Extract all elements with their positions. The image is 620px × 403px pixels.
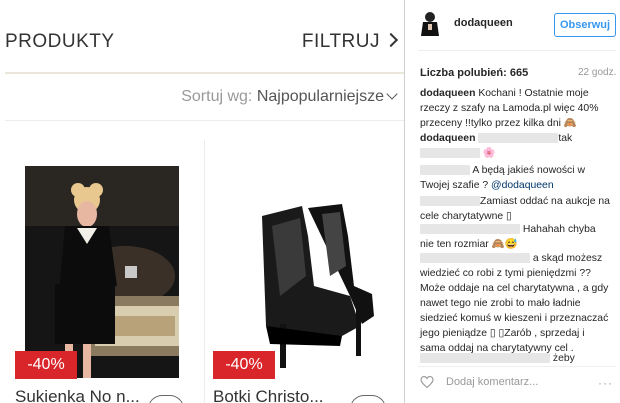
avatar[interactable]: [418, 10, 442, 36]
comment-text: żeby: [552, 353, 575, 364]
comment-text: a skąd możesz wiedzieć co robi z tymi pi…: [420, 253, 609, 354]
comment-username[interactable]: dodaqueen: [420, 133, 475, 144]
blurred-text: [420, 196, 480, 207]
caption-username[interactable]: dodaqueen: [420, 88, 475, 99]
post-time[interactable]: 22 godz.: [578, 67, 616, 78]
page-title: PRODUKTY: [5, 31, 115, 52]
comment-item: żeby: [420, 351, 612, 366]
header-divider: [5, 72, 404, 74]
sort-value: Najpopularniejsze: [256, 88, 384, 105]
comment-mention[interactable]: @dodaqueen: [491, 180, 554, 191]
post-username[interactable]: dodaqueen: [454, 17, 513, 29]
chevron-right-icon: [383, 32, 399, 48]
filter-button[interactable]: FILTRUJ: [301, 31, 399, 53]
blurred-text: [420, 224, 520, 235]
product-image-dress[interactable]: [25, 166, 179, 378]
filter-label: FILTRUJ: [301, 31, 380, 52]
heart-icon[interactable]: [420, 376, 434, 388]
comment-box-divider: [418, 366, 616, 367]
post-header-divider: [418, 50, 616, 51]
comment-item: 🌸: [420, 146, 612, 161]
comment-item: a skąd możesz wiedzieć co robi z tymi pi…: [420, 251, 612, 356]
wishlist-heart-icon[interactable]: [350, 395, 386, 403]
more-options-icon[interactable]: ···: [598, 376, 613, 390]
blurred-text: [478, 133, 559, 144]
column-divider: [204, 140, 205, 403]
blurred-text: [420, 165, 470, 176]
discount-badge: -40%: [213, 351, 275, 379]
product-image-boots[interactable]: [222, 166, 380, 378]
comment-item: A będą jakieś nowości w Twojej szafie ? …: [420, 163, 612, 193]
comment-text: tak: [558, 133, 573, 144]
sort-label: Sortuj wg:: [181, 88, 253, 105]
follow-button[interactable]: Obserwuj: [554, 13, 616, 37]
comment-item: Hahahah chyba nie ten rozmiar 🙈😅: [420, 222, 612, 252]
like-count[interactable]: Liczba polubień: 665: [420, 67, 528, 79]
wishlist-heart-icon[interactable]: [148, 395, 184, 403]
comment-text: 🌸: [482, 148, 496, 159]
blurred-text: [420, 148, 480, 159]
chevron-down-icon: [386, 88, 398, 100]
comment-item: Zamiast oddać na aukcje na cele charytat…: [420, 194, 612, 224]
product-name[interactable]: Botki Christo...: [213, 387, 324, 403]
blurred-text: [420, 253, 530, 264]
panel-divider: [404, 0, 405, 403]
comment-item: dodaqueen tak: [420, 131, 612, 146]
caption: dodaqueen Kochani ! Ostatnie moje rzeczy…: [420, 86, 612, 131]
blurred-text: [420, 353, 550, 364]
sort-select[interactable]: Sortuj wg: Najpopularniejsze: [181, 88, 398, 106]
product-name[interactable]: Sukienka No n...: [15, 387, 140, 403]
shop-panel: PRODUKTY FILTRUJ Sortuj wg: Najpopularni…: [0, 0, 404, 403]
sort-divider: [5, 120, 404, 121]
discount-badge: -40%: [15, 351, 77, 379]
add-comment-input[interactable]: Dodaj komentarz...: [446, 376, 538, 388]
